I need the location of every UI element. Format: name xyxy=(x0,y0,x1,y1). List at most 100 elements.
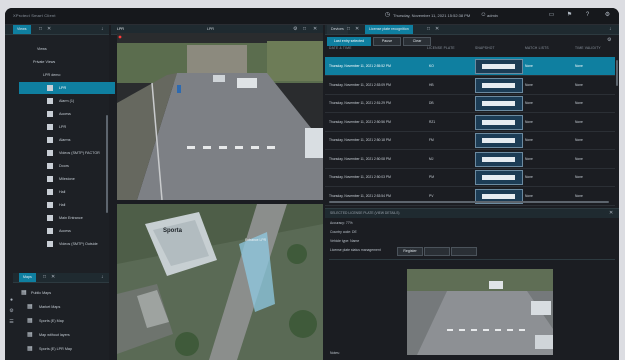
tree-item[interactable]: LPR xyxy=(19,82,115,94)
expand-icon[interactable]: □ xyxy=(347,26,350,32)
blank-button-1[interactable] xyxy=(424,247,450,256)
close-icon[interactable]: ✕ xyxy=(355,26,359,32)
tree-item[interactable]: Doors xyxy=(19,160,115,172)
tab-devices[interactable]: Devices xyxy=(327,25,348,34)
pin-icon[interactable]: ↓ xyxy=(101,26,104,32)
blank-button-2[interactable] xyxy=(451,247,477,256)
tree-item[interactable]: Access xyxy=(19,108,115,120)
map-item[interactable]: ▦ Sports (E) Map xyxy=(21,315,117,327)
view-icon xyxy=(47,176,53,182)
cell-list: None xyxy=(525,156,533,161)
expand-icon[interactable]: □ xyxy=(39,26,42,32)
plate-snapshot[interactable] xyxy=(475,114,523,130)
close-icon[interactable]: ✕ xyxy=(47,26,51,32)
expand-icon[interactable]: □ xyxy=(43,274,46,280)
map-item[interactable]: ▦ Public Maps xyxy=(21,287,117,299)
plate-snapshot[interactable] xyxy=(475,77,523,93)
table-scrollbar[interactable] xyxy=(616,60,618,86)
tree-item[interactable]: Videos (SMTP) FACTOR xyxy=(19,147,115,159)
sidebar-dot-icon[interactable]: ● xyxy=(8,297,15,304)
user-label[interactable]: admin xyxy=(487,13,498,18)
cell-datetime: Thursday, November 11, 2021 2:53:09 PM xyxy=(329,82,391,87)
tree-item[interactable]: LPR xyxy=(19,121,115,133)
tree-item[interactable]: Access xyxy=(19,225,115,237)
close-icon[interactable]: ✕ xyxy=(313,26,317,32)
last-entry-button[interactable]: Last entry selected xyxy=(327,37,371,46)
tree-item-label: LPR demo xyxy=(43,73,61,77)
bell-icon[interactable]: ⚑ xyxy=(565,11,574,20)
table-row[interactable]: Thursday, November 11, 2021 2:53:09 PM HB… xyxy=(325,76,615,95)
snapshot-image xyxy=(407,269,553,355)
tree-item[interactable]: Alarms xyxy=(19,134,115,146)
tree-item-label: Alarm (1) xyxy=(59,99,75,103)
close-icon[interactable]: ✕ xyxy=(609,210,613,216)
sidebar-list-icon[interactable]: ☰ xyxy=(8,319,15,326)
plate-snapshot[interactable] xyxy=(475,151,523,167)
col-datetime[interactable]: DATE & TIME xyxy=(329,46,352,50)
view-icon xyxy=(47,163,53,169)
map-item-label: Sports (E) LPR Map xyxy=(39,347,72,351)
tree-item[interactable]: LPR demo xyxy=(19,69,115,81)
register-button[interactable]: Register xyxy=(397,247,423,256)
plate-snapshot[interactable] xyxy=(475,96,523,111)
tab-lpr[interactable]: License plate recognition xyxy=(365,25,413,34)
map-item[interactable]: ▦ Map without layers xyxy=(21,329,117,341)
map-item[interactable]: ▦ Market Maps xyxy=(21,301,117,313)
tree-item[interactable]: Alarm (1) xyxy=(19,95,115,107)
col-time-validity[interactable]: TIME VALIDITY xyxy=(575,46,601,50)
tree-item[interactable]: Private Views xyxy=(19,56,115,68)
match-list-label: License plate status management xyxy=(330,248,381,252)
col-match-lists[interactable]: MATCH LISTS xyxy=(525,46,549,50)
tree-item[interactable]: Hall xyxy=(19,199,115,211)
table-row[interactable]: Thursday, November 11, 2021 2:50:08 PM MJ… xyxy=(325,150,615,169)
close-icon[interactable]: ✕ xyxy=(435,26,439,32)
map-item[interactable]: ▦ Sports (E) LPR Map xyxy=(21,343,117,355)
cell-validity: None xyxy=(575,156,583,161)
col-plate[interactable]: LICENSE PLATE xyxy=(427,46,455,50)
settings-icon[interactable]: ⚙ xyxy=(603,11,612,20)
camera-feed[interactable] xyxy=(117,33,323,200)
sidebar-gear-icon[interactable]: ⚙ xyxy=(8,308,15,315)
map-view[interactable]: Sporta Entrance LPR xyxy=(117,204,323,360)
close-icon[interactable]: ✕ xyxy=(51,274,55,280)
filter-icon[interactable]: ⚙ xyxy=(607,37,611,43)
plate-snapshot[interactable] xyxy=(475,170,523,185)
table-row[interactable]: Thursday, November 11, 2021 2:50:03 PM PM… xyxy=(325,168,615,187)
table-hscrollbar[interactable] xyxy=(329,201,609,203)
tree-item-label: Private Views xyxy=(33,60,56,64)
monitor-icon[interactable]: ▭ xyxy=(547,11,556,20)
tree-item[interactable]: Views xyxy=(19,43,115,55)
building-label: Sporta xyxy=(163,228,183,234)
tree-item-label: Videos (SMTP) Outside xyxy=(59,242,98,246)
cell-plate: PV xyxy=(429,193,434,198)
pin-icon[interactable]: ↓ xyxy=(101,274,104,280)
expand-icon[interactable]: □ xyxy=(303,26,306,32)
expand-icon[interactable]: □ xyxy=(427,26,430,32)
tree-item[interactable]: Hall xyxy=(19,186,115,198)
col-snapshot[interactable]: SNAPSHOT xyxy=(475,46,495,50)
table-row[interactable]: Thursday, November 11, 2021 2:51:29 PM DB… xyxy=(325,94,615,113)
tab-views[interactable]: Views xyxy=(13,25,31,34)
table-row[interactable]: Thursday, November 11, 2021 2:55:52 PM KO… xyxy=(325,57,615,76)
tree-item-label: Views xyxy=(37,47,47,51)
clear-button[interactable]: Clear xyxy=(403,37,431,46)
pause-button[interactable]: Pause xyxy=(373,37,401,46)
settings-icon[interactable]: ⚙ xyxy=(293,26,297,32)
table-row[interactable]: Thursday, November 11, 2021 2:50:18 PM FM… xyxy=(325,131,615,150)
help-icon[interactable]: ? xyxy=(583,11,592,20)
view-icon xyxy=(47,241,53,247)
map-icon: ▦ xyxy=(21,290,27,296)
tree-item[interactable]: Videos (SMTP) Outside xyxy=(19,238,115,250)
plate-snapshot[interactable] xyxy=(475,59,523,74)
tab-maps[interactable]: Maps xyxy=(19,273,36,282)
left-panel: Views □ ✕ ↓ ● ⚙ ☰ Views Private Views LPR … xyxy=(5,25,115,360)
views-scrollbar[interactable] xyxy=(106,115,108,213)
tree-item[interactable]: Milestone xyxy=(19,173,115,185)
table-row[interactable]: Thursday, November 11, 2021 2:50:56 PM RZ… xyxy=(325,113,615,132)
notes-label: Notes: xyxy=(330,351,340,355)
plate-snapshot[interactable] xyxy=(475,133,523,148)
map-item-label: Public Maps xyxy=(31,291,52,295)
street-scene xyxy=(117,33,323,200)
tree-item[interactable]: Main Entrance xyxy=(19,212,115,224)
pin-icon[interactable]: ↓ xyxy=(609,26,612,32)
